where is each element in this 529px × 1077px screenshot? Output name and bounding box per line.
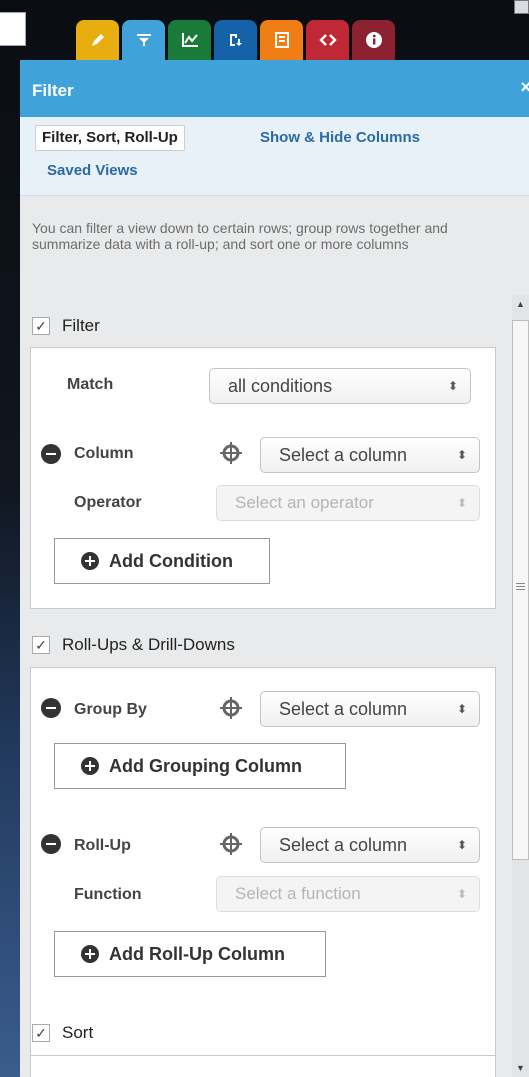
plus-icon: [81, 552, 99, 570]
function-select[interactable]: Select a function ⬍: [216, 876, 480, 912]
operator-placeholder: Select an operator: [235, 493, 374, 512]
subnav: Filter, Sort, Roll-Up Show & Hide Column…: [20, 117, 529, 196]
column-placeholder: Select a column: [279, 445, 408, 465]
add-grouping-column-button[interactable]: Add Grouping Column: [54, 743, 346, 789]
tab-chart[interactable]: [168, 20, 211, 60]
scroll-thumb[interactable]: [512, 320, 529, 860]
close-icon[interactable]: ×: [520, 77, 529, 98]
add-rollup-column-label: Add Roll-Up Column: [109, 943, 285, 964]
filter-checkbox[interactable]: ✓: [32, 317, 50, 335]
tab-report[interactable]: [260, 20, 303, 60]
sort-section-title: ✓ Sort: [32, 1023, 93, 1043]
rollups-title: Roll-Ups & Drill-Downs: [62, 635, 235, 654]
filter-section-title: ✓ Filter: [32, 316, 100, 336]
plus-icon: [81, 945, 99, 963]
rollup-select[interactable]: Select a column ⬍: [260, 827, 480, 863]
scroll-up-arrow[interactable]: ▲: [512, 299, 529, 309]
tab-filter[interactable]: [122, 20, 165, 60]
group-by-select[interactable]: Select a column ⬍: [260, 691, 480, 727]
column-label: Column: [74, 445, 134, 462]
panel-title: Filter: [32, 81, 74, 100]
funnel-icon: [136, 32, 152, 48]
add-grouping-column-label: Add Grouping Column: [109, 755, 302, 776]
updown-icon: ⬍: [456, 702, 467, 716]
tab-edit[interactable]: [76, 20, 119, 60]
panel-header: Filter ×: [20, 60, 529, 117]
scroll-down-arrow[interactable]: ▼: [512, 1063, 529, 1073]
column-select[interactable]: Select a column ⬍: [260, 437, 480, 473]
plus-icon: [81, 757, 99, 775]
rollups-section-title: ✓ Roll-Ups & Drill-Downs: [32, 635, 235, 655]
add-condition-button[interactable]: Add Condition: [54, 538, 270, 584]
add-rollup-column-button[interactable]: Add Roll-Up Column: [54, 931, 326, 977]
updown-icon: ⬍: [456, 448, 467, 462]
updown-icon: ⬍: [456, 887, 467, 901]
remove-condition-icon[interactable]: [41, 444, 61, 464]
group-by-placeholder: Select a column: [279, 699, 408, 719]
rollups-box: Group By Select a column ⬍ Add Grouping C…: [30, 667, 496, 1058]
match-value: all conditions: [228, 376, 333, 396]
crosshair-icon[interactable]: [219, 832, 243, 856]
top-input[interactable]: [0, 12, 26, 46]
sort-checkbox[interactable]: ✓: [32, 1024, 50, 1042]
download-icon: [228, 32, 244, 48]
sort-box: [30, 1055, 496, 1077]
rollup-label: Roll-Up: [74, 837, 131, 854]
sort-title: Sort: [62, 1023, 94, 1042]
rollup-placeholder: Select a column: [279, 835, 408, 855]
operator-select[interactable]: Select an operator ⬍: [216, 485, 480, 521]
info-icon: [365, 31, 383, 49]
tab-info[interactable]: [352, 20, 395, 60]
scrollbar[interactable]: ▲ ▼: [512, 295, 529, 1077]
function-label: Function: [74, 886, 142, 903]
add-condition-label: Add Condition: [109, 550, 233, 571]
crosshair-icon[interactable]: [219, 441, 243, 465]
function-placeholder: Select a function: [235, 884, 361, 903]
remove-rollup-icon[interactable]: [41, 834, 61, 854]
pencil-icon: [90, 32, 106, 48]
updown-icon: ⬍: [447, 379, 458, 393]
window-handle[interactable]: [514, 0, 529, 14]
updown-icon: ⬍: [456, 496, 467, 510]
subtab-filter-sort-rollup[interactable]: Filter, Sort, Roll-Up: [35, 125, 185, 151]
description: You can filter a view down to certain ro…: [32, 220, 448, 252]
crosshair-icon[interactable]: [219, 696, 243, 720]
code-icon: [318, 32, 337, 48]
match-label: Match: [67, 376, 114, 393]
subtab-saved-views[interactable]: Saved Views: [47, 162, 138, 179]
remove-group-icon[interactable]: [41, 698, 61, 718]
chart-icon: [181, 32, 199, 48]
match-select[interactable]: all conditions ⬍: [209, 368, 471, 404]
filter-panel: Filter × Filter, Sort, Roll-Up Show & Hi…: [20, 60, 529, 1077]
group-by-label: Group By: [74, 701, 147, 718]
tab-code[interactable]: [306, 20, 349, 60]
rollups-checkbox[interactable]: ✓: [32, 636, 50, 654]
document-icon: [274, 32, 289, 48]
filter-title: Filter: [62, 316, 100, 335]
operator-label: Operator: [74, 494, 142, 511]
updown-icon: ⬍: [456, 838, 467, 852]
tab-export[interactable]: [214, 20, 257, 60]
subtab-show-hide-columns[interactable]: Show & Hide Columns: [260, 129, 420, 146]
filter-box: Match all conditions ⬍ Column Select a co…: [30, 347, 496, 609]
